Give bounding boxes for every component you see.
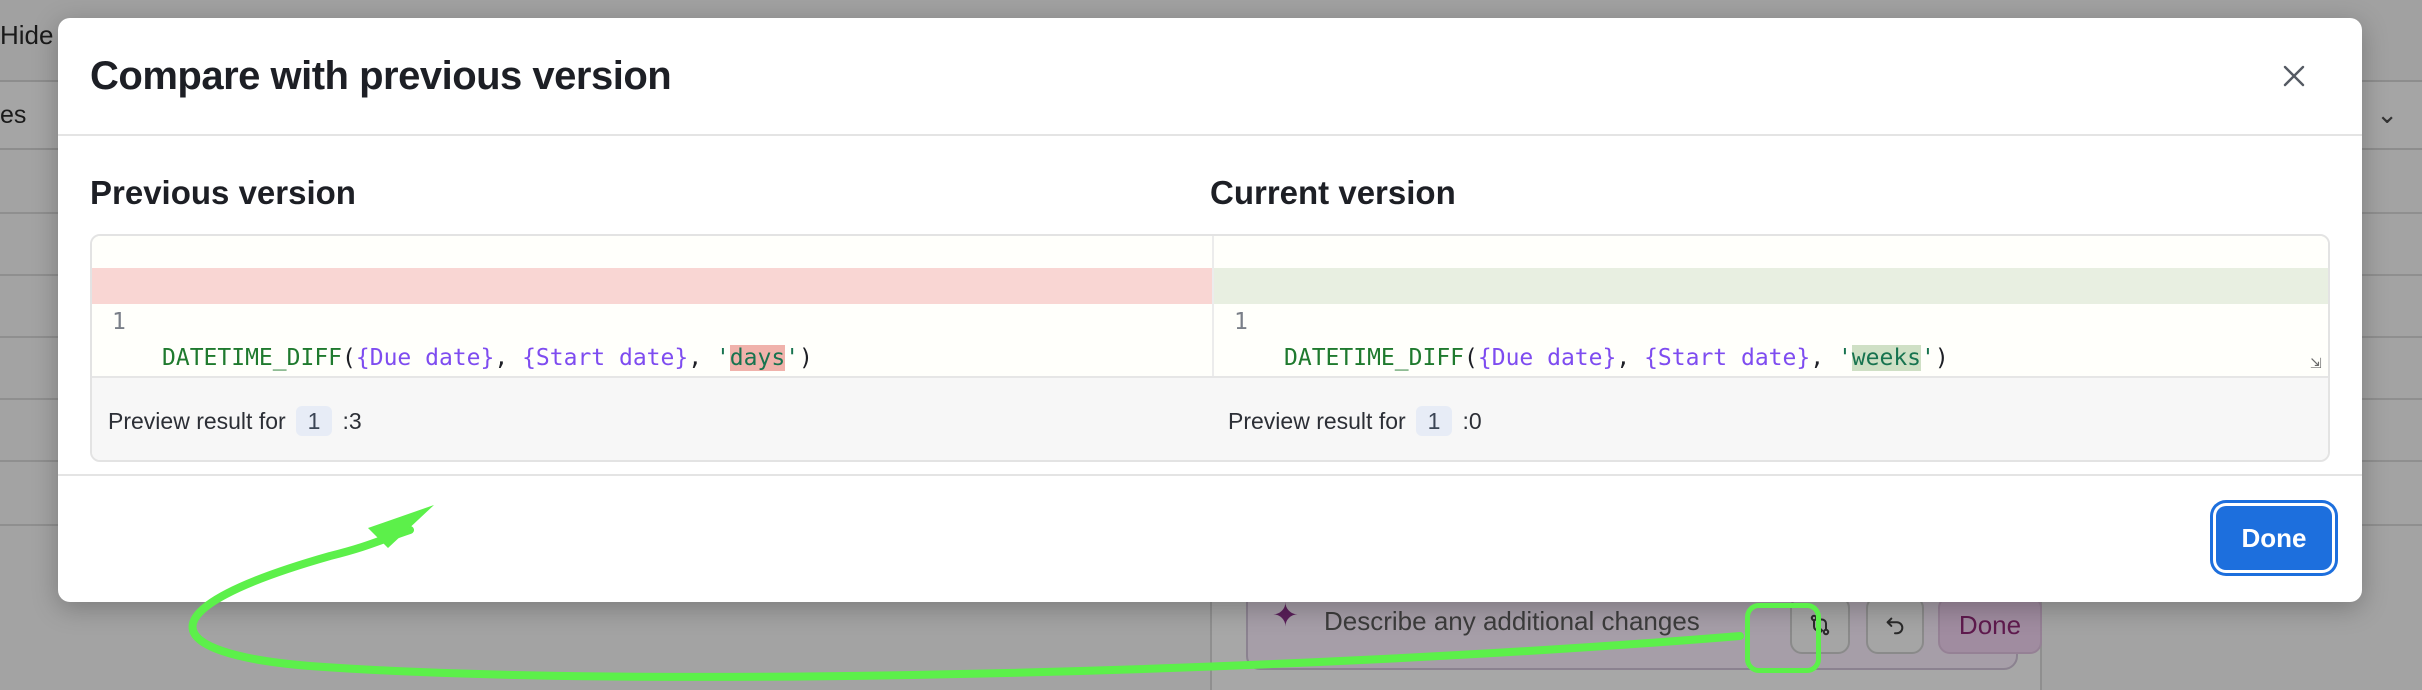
undo-button[interactable] [1866, 596, 1924, 654]
close-button[interactable] [2274, 56, 2314, 96]
current-formula[interactable]: DATETIME_DIFF({Due date}, {Start date}, … [1284, 340, 1949, 376]
code-paren: ( [342, 345, 356, 371]
ai-done-button[interactable]: Done [1938, 596, 2042, 654]
line-number: 1 [112, 309, 126, 335]
previous-version-title: Previous version [90, 174, 356, 211]
preview-row-chip: 1 [295, 406, 333, 436]
undo-icon [1886, 617, 1904, 635]
resize-handle-icon[interactable]: ⇲ [2310, 356, 2326, 372]
current-version-title: Current version [1210, 174, 1456, 211]
code-quote: ' [1921, 345, 1935, 371]
inserted-code-line: 1 DATETIME_DIFF({Due date}, {Start date}… [1214, 268, 2328, 371]
code-separator: , [1616, 345, 1645, 371]
preview-label: Preview result for [108, 407, 286, 434]
code-paren: ( [1464, 345, 1478, 371]
preview-results-bar: Preview result for 1 : 3 Preview result … [92, 376, 2328, 460]
inserted-token: weeks [1851, 345, 1922, 371]
current-preview-result: Preview result for 1 : 0 [1228, 406, 1482, 436]
footer-divider [58, 474, 2362, 476]
column-label: es [0, 101, 27, 129]
code-function: DATETIME_DIFF [1284, 345, 1465, 371]
preview-label: Preview result for [1228, 407, 1406, 434]
code-separator: , [494, 345, 523, 371]
code-function: DATETIME_DIFF [162, 345, 343, 371]
compare-versions-dialog: Compare with previous version Previous v… [58, 18, 2362, 602]
preview-value: 3 [348, 407, 362, 434]
deleted-token: days [729, 345, 786, 371]
done-button[interactable]: Done [2216, 506, 2332, 570]
code-paren: ) [1934, 345, 1949, 371]
deleted-code-line: 1 DATETIME_DIFF({Due date}, {Start date}… [92, 268, 1212, 371]
highlight-ring [1745, 603, 1821, 673]
dialog-title: Compare with previous version [90, 54, 672, 98]
formula-diff-view: 1 DATETIME_DIFF({Due date}, {Start date}… [90, 234, 2330, 462]
code-field: {Start date} [522, 345, 689, 371]
code-field: {Due date} [1477, 345, 1617, 371]
chevron-down-icon[interactable]: ⌄ [2376, 100, 2398, 130]
code-paren: ) [799, 345, 813, 371]
code-quote: ' [785, 345, 800, 371]
code-quote: ' [1837, 345, 1852, 371]
close-icon [2283, 65, 2305, 87]
header-divider [58, 134, 2362, 136]
ai-prompt-placeholder: Describe any additional changes [1324, 606, 1700, 636]
previous-formula-pane: 1 DATETIME_DIFF({Due date}, {Start date}… [92, 236, 1212, 376]
code-field: {Start date} [1644, 345, 1811, 371]
code-separator: , [688, 345, 716, 371]
preview-row-chip: 1 [1415, 406, 1453, 436]
code-field: {Due date} [355, 345, 495, 371]
line-number: 1 [1234, 309, 1248, 335]
preview-value: 0 [1468, 407, 1482, 434]
code-quote: ' [715, 345, 730, 371]
previous-preview-result: Preview result for 1 : 3 [108, 406, 362, 436]
code-separator: , [1810, 345, 1838, 371]
previous-formula: DATETIME_DIFF({Due date}, {Start date}, … [162, 340, 813, 376]
current-formula-pane[interactable]: 1 DATETIME_DIFF({Due date}, {Start date}… [1212, 236, 2328, 376]
